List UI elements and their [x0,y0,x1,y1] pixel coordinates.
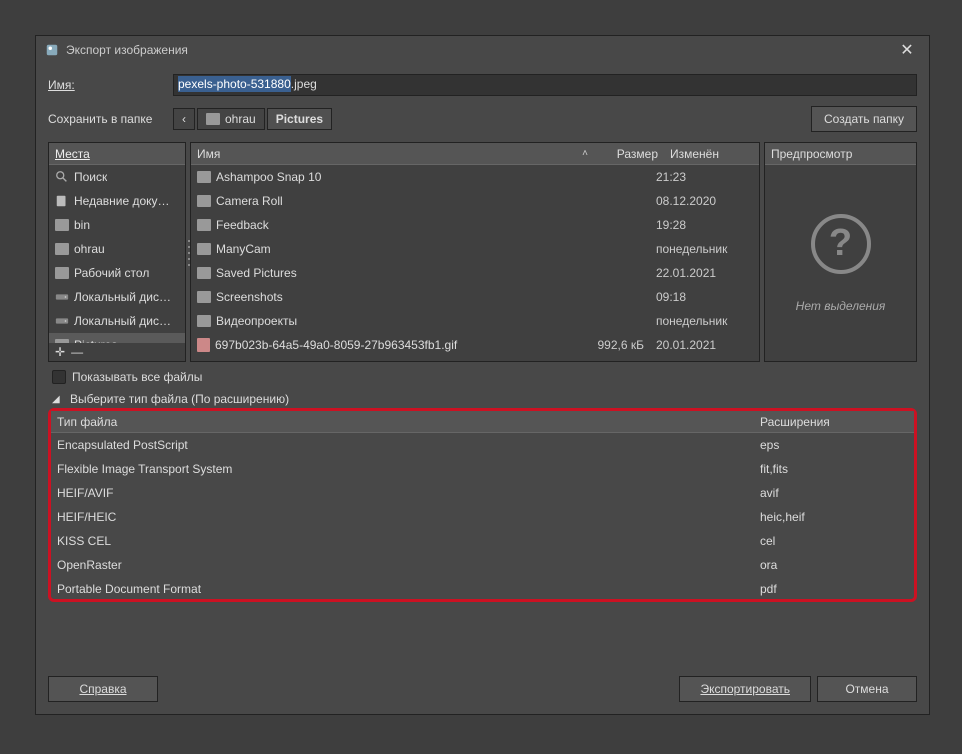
folder-icon [197,195,211,207]
question-icon: ? [811,214,871,274]
create-folder-button[interactable]: Создать папку [811,106,917,132]
places-panel: Места ПоискНедавние доку…binohrauРабочий… [48,142,186,362]
filetype-row[interactable]: Flexible Image Transport Systemfit,fits [51,457,914,481]
show-all-files-row[interactable]: Показывать все файлы [48,370,917,384]
filetype-row[interactable]: KISS CELcel [51,529,914,553]
nav-back-button[interactable]: ‹ [173,108,195,130]
folder-icon [55,266,69,280]
folder-icon [55,242,69,256]
filetype-col-type[interactable]: Тип файла [51,415,754,429]
file-row[interactable]: ManyCamпонедельник [191,237,759,261]
place-item-7[interactable]: Pictures [49,333,185,343]
add-place-button[interactable]: ✛ [55,345,65,359]
places-header[interactable]: Места [49,143,185,165]
show-all-label: Показывать все файлы [72,370,202,384]
folder-icon [197,315,211,327]
breadcrumb-user[interactable]: ohrau [197,108,265,130]
filetype-row[interactable]: HEIF/HEICheic,heif [51,505,914,529]
places-footer: ✛ — [49,343,185,361]
place-item-2[interactable]: bin [49,213,185,237]
help-button[interactable]: Справка [48,676,158,702]
preview-empty-text: Нет выделения [796,299,886,313]
filetype-row[interactable]: OpenRasterora [51,553,914,577]
select-filetype-row[interactable]: ◢ Выберите тип файла (По расширению) [48,392,917,406]
file-row[interactable]: logotype (1).png6,0 кБ20:59 [191,357,759,361]
filetype-row[interactable]: Encapsulated PostScripteps [51,433,914,457]
file-row[interactable]: Saved Pictures22.01.2021 [191,261,759,285]
resize-grip[interactable] [186,238,191,268]
file-list-panel: Имя˄ Размер Изменён Ashampoo Snap 1021:2… [190,142,760,362]
folder-icon [197,291,211,303]
select-filetype-label: Выберите тип файла (По расширению) [70,392,289,406]
filetype-row[interactable]: HEIF/AVIFavif [51,481,914,505]
file-row[interactable]: 697b023b-64a5-49a0-8059-27b963453fb1.gif… [191,333,759,357]
export-button[interactable]: Экспортировать [679,676,811,702]
filetype-row[interactable]: Portable Document Formatpdf [51,577,914,599]
col-header-modified[interactable]: Изменён [664,147,759,161]
file-row[interactable]: Screenshots09:18 [191,285,759,309]
save-in-label: Сохранить в папке [48,112,173,126]
disk-icon [55,290,69,304]
col-header-size[interactable]: Размер [594,147,664,161]
remove-place-button[interactable]: — [71,345,83,359]
place-item-1[interactable]: Недавние доку… [49,189,185,213]
file-row[interactable]: Camera Roll08.12.2020 [191,189,759,213]
folder-icon [55,218,69,232]
file-row[interactable]: Ashampoo Snap 1021:23 [191,165,759,189]
file-row[interactable]: Видеопроектыпонедельник [191,309,759,333]
place-item-4[interactable]: Рабочий стол [49,261,185,285]
folder-icon [197,171,211,183]
filetype-list: Тип файла Расширения Encapsulated PostSc… [48,408,917,602]
filename-input[interactable]: pexels-photo-531880.jpeg [173,74,917,96]
disk-icon [55,314,69,328]
export-dialog: Экспорт изображения ✕ Имя: pexels-photo-… [35,35,930,715]
folder-icon [197,267,211,279]
search-icon [55,170,69,184]
place-item-0[interactable]: Поиск [49,165,185,189]
preview-header: Предпросмотр [765,143,916,165]
breadcrumb-current[interactable]: Pictures [267,108,332,130]
recent-icon [55,194,69,208]
place-item-3[interactable]: ohrau [49,237,185,261]
folder-icon [197,243,211,255]
preview-panel: Предпросмотр ? Нет выделения [764,142,917,362]
close-button[interactable]: ✕ [893,36,921,64]
sort-asc-icon: ˄ [582,148,588,159]
folder-icon [197,219,211,231]
file-icon [197,338,210,352]
file-row[interactable]: Feedback19:28 [191,213,759,237]
filetype-col-ext[interactable]: Расширения [754,415,914,429]
app-icon [44,42,60,58]
name-label: Имя: [48,78,173,92]
col-header-name[interactable]: Имя˄ [191,147,594,161]
show-all-checkbox[interactable] [52,370,66,384]
place-item-6[interactable]: Локальный дис… [49,309,185,333]
window-title: Экспорт изображения [66,43,893,57]
cancel-button[interactable]: Отмена [817,676,917,702]
place-item-5[interactable]: Локальный дис… [49,285,185,309]
title-bar: Экспорт изображения ✕ [36,36,929,64]
expander-icon[interactable]: ◢ [52,394,64,405]
